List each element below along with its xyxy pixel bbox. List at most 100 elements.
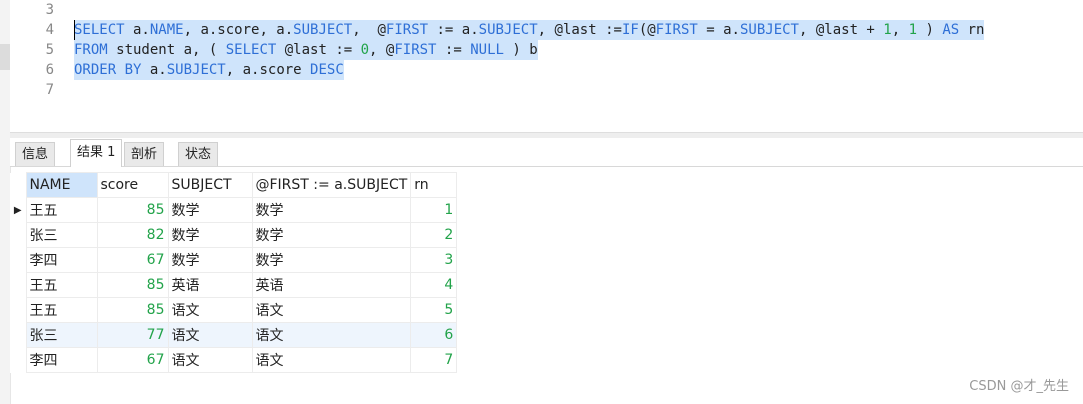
tab-profile[interactable]: 剖析 bbox=[124, 142, 165, 166]
number-literal: 0 bbox=[360, 42, 370, 58]
cell-score[interactable]: 85 bbox=[96, 272, 169, 298]
cell-name[interactable]: 李四 bbox=[25, 247, 98, 273]
number-literal: 1 bbox=[908, 22, 918, 38]
keyword: ORDER BY bbox=[74, 62, 142, 78]
table-row[interactable]: 李四 67 数学 数学 3 bbox=[10, 247, 458, 273]
code-text: , a.score, a. bbox=[183, 22, 294, 38]
panel-marker bbox=[0, 44, 10, 70]
cell-rn[interactable]: 7 bbox=[410, 347, 458, 373]
column-header-score[interactable]: score bbox=[96, 172, 169, 198]
line-number: 7 bbox=[45, 82, 54, 98]
sql-editor[interactable]: 3 4 5 6 7 SELECT a.NAME, a.score, a.SUBJ… bbox=[10, 0, 1083, 132]
cell-first[interactable]: 数学 bbox=[251, 197, 412, 223]
cell-subject[interactable]: 数学 bbox=[167, 247, 253, 273]
code-text: a. bbox=[141, 62, 167, 78]
cell-score[interactable]: 67 bbox=[96, 347, 169, 373]
row-marker bbox=[10, 272, 26, 298]
cell-subject[interactable]: 语文 bbox=[167, 347, 253, 373]
table-row[interactable]: 王五 85 英语 英语 4 bbox=[10, 272, 458, 298]
code-text: := a. bbox=[428, 22, 479, 38]
cell-subject[interactable]: 语文 bbox=[167, 322, 253, 348]
keyword: NAME bbox=[149, 22, 184, 38]
cell-first[interactable]: 语文 bbox=[251, 347, 412, 373]
cell-score[interactable]: 85 bbox=[96, 297, 169, 323]
row-marker bbox=[10, 222, 26, 248]
cell-subject[interactable]: 数学 bbox=[167, 197, 253, 223]
result-tabbar: 信息 结果 1 剖析 状态 bbox=[10, 138, 1083, 167]
tab-result-1[interactable]: 结果 1 bbox=[70, 139, 123, 167]
keyword: SUBJECT bbox=[478, 22, 538, 38]
keyword: NULL bbox=[470, 42, 504, 58]
cell-first[interactable]: 英语 bbox=[251, 272, 412, 298]
header-row: NAME score SUBJECT @FIRST := a.SUBJECT r… bbox=[10, 172, 458, 198]
code-text: = a. bbox=[697, 22, 740, 38]
row-marker bbox=[10, 322, 26, 348]
table-row[interactable]: 王五 85 语文 语文 5 bbox=[10, 297, 458, 323]
cell-rn[interactable]: 1 bbox=[410, 197, 458, 223]
cell-score[interactable]: 77 bbox=[96, 322, 169, 348]
cell-rn[interactable]: 6 bbox=[410, 322, 458, 348]
keyword: SELECT bbox=[225, 42, 277, 58]
line-number: 3 bbox=[45, 2, 54, 18]
keyword: FROM bbox=[74, 42, 108, 58]
code-text: ) b bbox=[503, 42, 538, 58]
cell-rn[interactable]: 4 bbox=[410, 272, 458, 298]
code-text: , @last := bbox=[537, 22, 622, 38]
code-text: (@ bbox=[638, 22, 656, 38]
line-gutter: 3 4 5 6 7 bbox=[10, 0, 60, 132]
cell-subject[interactable]: 语文 bbox=[167, 297, 253, 323]
keyword: AS bbox=[942, 22, 960, 38]
cell-score[interactable]: 82 bbox=[96, 222, 169, 248]
line-number: 5 bbox=[45, 42, 54, 58]
code-text: , @ bbox=[369, 42, 395, 58]
code-line-6[interactable]: ORDER BY a.SUBJECT, a.score DESC bbox=[74, 60, 344, 80]
cell-name[interactable]: 张三 bbox=[25, 222, 98, 248]
cell-rn[interactable]: 3 bbox=[410, 247, 458, 273]
code-text: @last := bbox=[276, 42, 361, 58]
number-literal: 1 bbox=[883, 22, 892, 38]
column-header-name[interactable]: NAME bbox=[25, 172, 98, 198]
tab-status[interactable]: 状态 bbox=[178, 142, 219, 166]
keyword: FIRST bbox=[655, 22, 698, 38]
column-header-first[interactable]: @FIRST := a.SUBJECT bbox=[251, 172, 412, 198]
cell-first[interactable]: 语文 bbox=[251, 297, 412, 323]
keyword: SUBJECT bbox=[166, 62, 226, 78]
code-line-4[interactable]: SELECT a.NAME, a.score, a.SUBJECT, @FIRS… bbox=[74, 20, 985, 40]
line-number: 4 bbox=[45, 22, 54, 38]
code-line-5[interactable]: FROM student a, ( SELECT @last := 0, @FI… bbox=[74, 40, 538, 60]
cell-first[interactable]: 数学 bbox=[251, 222, 412, 248]
table-row[interactable]: ▶ 王五 85 数学 数学 1 bbox=[10, 197, 458, 223]
cell-subject[interactable]: 数学 bbox=[167, 222, 253, 248]
current-row-arrow-icon: ▶ bbox=[10, 197, 26, 223]
cell-rn[interactable]: 2 bbox=[410, 222, 458, 248]
column-header-rn[interactable]: rn bbox=[410, 172, 458, 198]
column-header-subject[interactable]: SUBJECT bbox=[167, 172, 253, 198]
cell-score[interactable]: 67 bbox=[96, 247, 169, 273]
cell-name[interactable]: 张三 bbox=[25, 322, 98, 348]
tab-info[interactable]: 信息 bbox=[15, 142, 56, 166]
keyword: SELECT bbox=[74, 22, 125, 38]
cell-score[interactable]: 85 bbox=[96, 197, 169, 223]
cell-first[interactable]: 数学 bbox=[251, 247, 412, 273]
cell-rn[interactable]: 5 bbox=[410, 297, 458, 323]
table-row[interactable]: 张三 82 数学 数学 2 bbox=[10, 222, 458, 248]
table-row[interactable]: 李四 67 语文 语文 7 bbox=[10, 347, 458, 373]
row-marker bbox=[10, 247, 26, 273]
cell-name[interactable]: 王五 bbox=[25, 272, 98, 298]
keyword: SUBJECT bbox=[293, 22, 353, 38]
cell-name[interactable]: 王五 bbox=[25, 197, 98, 223]
code-text: , @ bbox=[352, 22, 386, 38]
cell-first[interactable]: 语文 bbox=[251, 322, 412, 348]
text-caret bbox=[74, 20, 75, 40]
result-grid[interactable]: NAME score SUBJECT @FIRST := a.SUBJECT r… bbox=[10, 172, 458, 373]
row-marker bbox=[10, 297, 26, 323]
cell-subject[interactable]: 英语 bbox=[167, 272, 253, 298]
code-text: rn bbox=[959, 22, 985, 38]
cell-name[interactable]: 李四 bbox=[25, 347, 98, 373]
table-row[interactable]: 张三 77 语文 语文 6 bbox=[10, 322, 458, 348]
code-text: student a, ( bbox=[107, 42, 226, 58]
row-marker bbox=[10, 347, 26, 373]
csdn-watermark: CSDN @才_先生 bbox=[969, 379, 1069, 394]
code-text: , @last + bbox=[799, 22, 884, 38]
cell-name[interactable]: 王五 bbox=[25, 297, 98, 323]
